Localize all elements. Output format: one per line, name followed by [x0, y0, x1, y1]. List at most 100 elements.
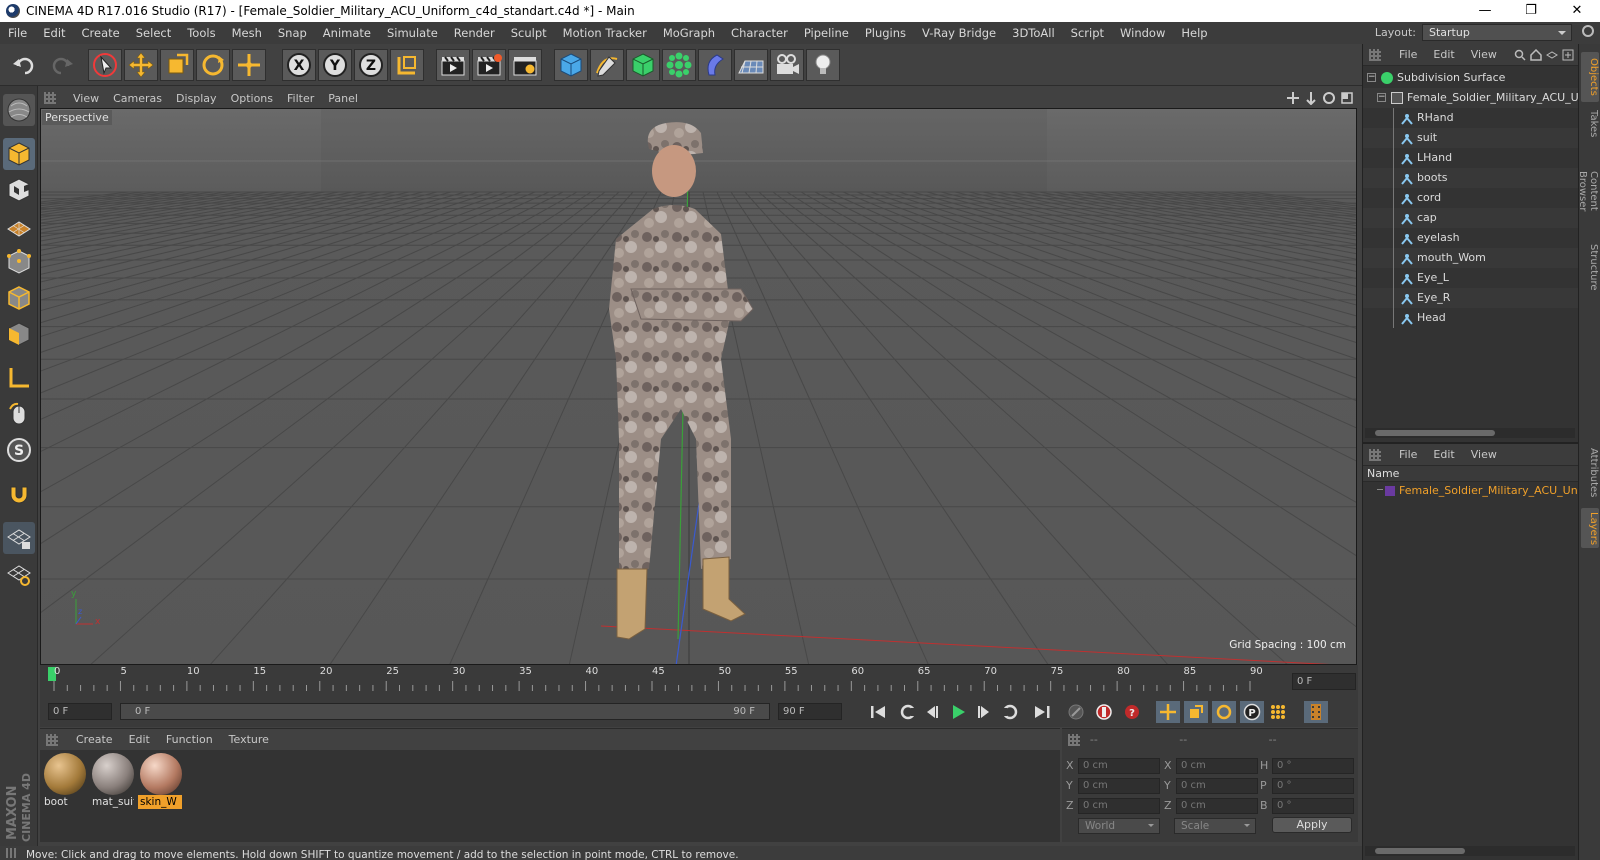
object-menu-edit[interactable]: Edit [1425, 48, 1462, 61]
end-frame-field[interactable]: 90 F [778, 703, 842, 720]
y-axis-lock-button[interactable]: Y [318, 49, 352, 81]
minimize-button[interactable]: — [1462, 0, 1508, 22]
tab-structure[interactable]: Structure [1581, 240, 1599, 294]
position-x-field[interactable]: 0 cm [1078, 758, 1160, 774]
collapse-toggle-icon[interactable]: − [1377, 93, 1386, 102]
scale-tool-button[interactable] [160, 49, 194, 81]
pen-spline-button[interactable] [590, 49, 624, 81]
play-button[interactable] [946, 701, 970, 723]
cube-primitive-button[interactable] [554, 49, 588, 81]
perspective-viewport[interactable]: y x z Grid Spacing : 100 cm [40, 108, 1357, 665]
polygons-mode-button[interactable] [3, 318, 35, 350]
light-button[interactable] [806, 49, 840, 81]
object-menu-view[interactable]: View [1463, 48, 1505, 61]
layer-row[interactable]: Female_Soldier_Military_ACU_Unif [1363, 482, 1578, 500]
live-selection-button[interactable] [88, 49, 122, 81]
coordinate-system-button[interactable] [390, 49, 424, 81]
menu-render[interactable]: Render [446, 22, 503, 44]
points-mode-button[interactable] [3, 246, 35, 278]
start-frame-field[interactable]: 0 F [48, 703, 112, 720]
tab-attributes[interactable]: Attributes [1581, 444, 1599, 500]
move-tool-button[interactable] [124, 49, 158, 81]
size-z-field[interactable]: 0 cm [1176, 798, 1258, 814]
collapse-toggle-icon[interactable]: − [1367, 73, 1376, 82]
render-view-button[interactable] [436, 49, 470, 81]
render-to-picture-viewer-button[interactable] [472, 49, 506, 81]
object-row-group[interactable]: − Female_Soldier_Military_ACU_Un [1363, 88, 1579, 108]
object-row-child[interactable]: LHand [1363, 148, 1579, 168]
menu-edit[interactable]: Edit [35, 22, 73, 44]
object-row-child[interactable]: boots [1363, 168, 1579, 188]
search-icon[interactable] [1514, 49, 1526, 61]
object-row-child[interactable]: eyelash [1363, 228, 1579, 248]
menu-snap[interactable]: Snap [270, 22, 315, 44]
layers-icon[interactable] [1546, 49, 1558, 61]
next-key-button[interactable] [998, 701, 1022, 723]
object-row-child[interactable]: RHand [1363, 108, 1579, 128]
model-mode-button[interactable] [3, 138, 35, 170]
menu-mograph[interactable]: MoGraph [655, 22, 723, 44]
viewport-menu-cameras[interactable]: Cameras [106, 92, 169, 105]
cloner-button[interactable] [662, 49, 696, 81]
menu-window[interactable]: Window [1112, 22, 1173, 44]
object-row-child[interactable]: Eye_R [1363, 288, 1579, 308]
apply-button[interactable]: Apply [1272, 817, 1352, 833]
render-settings-button[interactable] [508, 49, 542, 81]
position-y-field[interactable]: 0 cm [1078, 778, 1160, 794]
key-scale-button[interactable] [1184, 701, 1208, 723]
go-to-end-button[interactable] [1030, 701, 1054, 723]
tab-takes[interactable]: Takes [1581, 106, 1599, 142]
new-window-icon[interactable] [1562, 49, 1574, 61]
viewport-menu-filter[interactable]: Filter [280, 92, 321, 105]
material-menu-create[interactable]: Create [68, 733, 121, 746]
subdivision-surface-button[interactable] [626, 49, 660, 81]
layout-dropdown[interactable]: Startup [1422, 24, 1572, 41]
rotation-b-field[interactable]: 0 ° [1272, 798, 1354, 814]
current-frame-field[interactable]: 0 F [1292, 673, 1356, 690]
panel-grip-icon[interactable] [1068, 733, 1080, 746]
undo-button[interactable] [8, 49, 42, 81]
menu-help[interactable]: Help [1173, 22, 1215, 44]
viewport-move-icon[interactable] [1286, 91, 1300, 105]
snap-button[interactable]: S [3, 434, 35, 466]
object-row-child[interactable]: suit [1363, 128, 1579, 148]
record-keys-button[interactable] [1064, 701, 1088, 723]
rotate-tool-button[interactable] [196, 49, 230, 81]
scrollbar-thumb[interactable] [1375, 848, 1465, 854]
material-skin[interactable]: skin_W [138, 753, 184, 809]
close-button[interactable]: ✕ [1554, 0, 1600, 22]
menu-sculpt[interactable]: Sculpt [503, 22, 555, 44]
size-x-field[interactable]: 0 cm [1176, 758, 1258, 774]
lock-workplane-button[interactable] [3, 522, 35, 554]
scale-mode-dropdown[interactable]: Scale [1174, 818, 1256, 834]
key-parameter-button[interactable]: P [1240, 701, 1264, 723]
material-boot[interactable]: boot [42, 753, 88, 809]
maximize-button[interactable]: ❐ [1508, 0, 1554, 22]
menu-character[interactable]: Character [723, 22, 796, 44]
make-editable-button[interactable] [3, 94, 35, 126]
tab-objects[interactable]: Objects [1581, 52, 1599, 102]
x-axis-lock-button[interactable]: X [282, 49, 316, 81]
camera-button[interactable] [770, 49, 804, 81]
z-axis-lock-button[interactable]: Z [354, 49, 388, 81]
panel-grip-icon[interactable] [1369, 448, 1381, 461]
rotation-h-field[interactable]: 0 ° [1272, 758, 1354, 774]
size-y-field[interactable]: 0 cm [1176, 778, 1258, 794]
panel-grip-icon[interactable] [1369, 48, 1381, 61]
viewport-camera-label[interactable]: Perspective [42, 110, 112, 125]
viewport-menu-options[interactable]: Options [224, 92, 280, 105]
enable-snap-button[interactable] [3, 478, 35, 510]
menu-script[interactable]: Script [1063, 22, 1112, 44]
tab-layers[interactable]: Layers [1581, 508, 1599, 548]
menu-3dtoall[interactable]: 3DToAll [1004, 22, 1063, 44]
floor-button[interactable] [734, 49, 768, 81]
material-menu-function[interactable]: Function [158, 733, 221, 746]
position-z-field[interactable]: 0 cm [1078, 798, 1160, 814]
layer-menu-file[interactable]: File [1391, 448, 1425, 461]
redo-button[interactable] [44, 49, 78, 81]
layer-menu-view[interactable]: View [1463, 448, 1505, 461]
edges-mode-button[interactable] [3, 282, 35, 314]
object-row-child[interactable]: mouth_Wom [1363, 248, 1579, 268]
object-horizontal-scrollbar[interactable] [1365, 428, 1575, 438]
home-icon[interactable] [1530, 48, 1542, 61]
